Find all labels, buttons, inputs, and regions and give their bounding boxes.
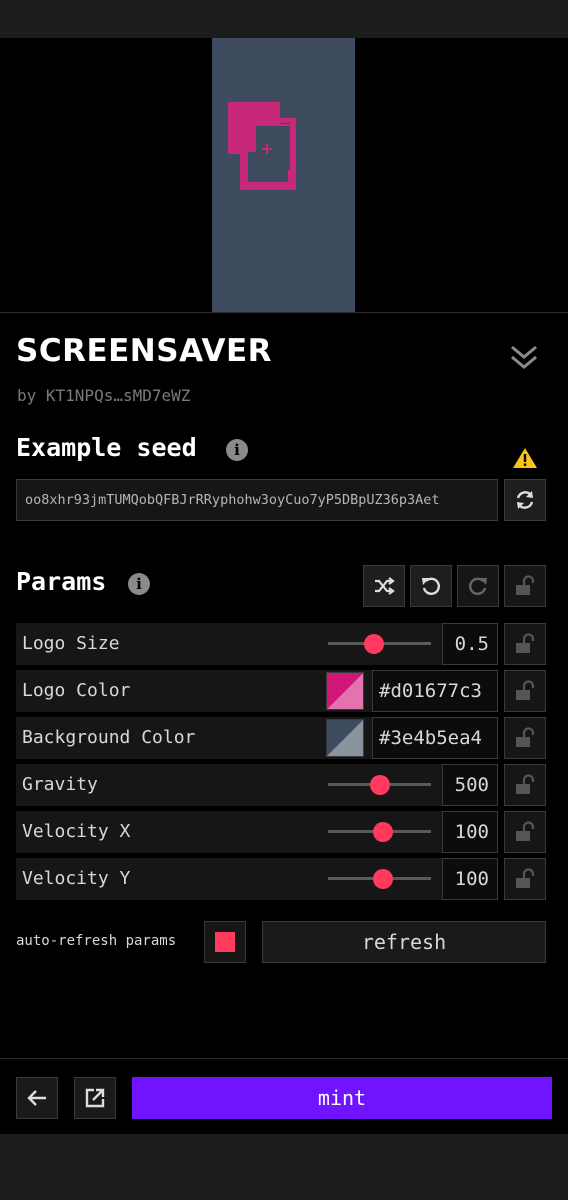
lock-param-button[interactable] <box>504 858 546 900</box>
open-external-button[interactable] <box>74 1077 116 1119</box>
lock-icon <box>516 575 535 595</box>
color-swatch[interactable] <box>326 719 364 757</box>
param-label: Velocity X <box>22 821 131 842</box>
auto-refresh-checkbox[interactable] <box>204 921 246 963</box>
lock-param-button[interactable] <box>504 811 546 853</box>
lock-icon <box>516 821 535 841</box>
param-label: Velocity Y <box>22 868 131 889</box>
artwork-preview <box>0 38 568 312</box>
regenerate-seed-button[interactable] <box>504 479 546 521</box>
param-row-velocity-y: Velocity Y 100 <box>16 858 498 900</box>
lock-icon <box>516 727 535 747</box>
color-value-input[interactable]: #d01677c3 <box>372 670 498 712</box>
chevron-down-icon[interactable] <box>506 341 542 373</box>
param-value-input[interactable]: 100 <box>442 858 498 900</box>
auto-refresh-label: auto-refresh params <box>16 933 177 949</box>
shuffle-params-button[interactable] <box>363 565 405 607</box>
seed-heading: Example seed <box>16 433 197 462</box>
redo-button[interactable] <box>457 565 499 607</box>
top-system-bar <box>0 0 568 38</box>
warning-icon <box>513 448 537 468</box>
lock-icon <box>516 633 535 653</box>
lock-all-button[interactable] <box>504 565 546 607</box>
color-swatch[interactable] <box>326 672 364 710</box>
lock-icon <box>516 680 535 700</box>
lock-icon <box>516 774 535 794</box>
param-row-background-color: Background Color #3e4b5ea4 <box>16 717 498 759</box>
refresh-icon <box>516 491 534 509</box>
arrow-left-icon <box>27 1090 46 1106</box>
screensaver-logo <box>228 102 296 190</box>
info-icon[interactable]: i <box>226 439 248 461</box>
param-label: Background Color <box>22 727 196 748</box>
color-value-input[interactable]: #3e4b5ea4 <box>372 717 498 759</box>
param-row-logo-size: Logo Size 0.5 <box>16 623 498 665</box>
lock-param-button[interactable] <box>504 717 546 759</box>
action-footer: mint <box>0 1058 568 1134</box>
lock-icon <box>516 868 535 888</box>
undo-icon <box>422 577 440 595</box>
param-value-input[interactable]: 0.5 <box>442 623 498 665</box>
info-icon[interactable]: i <box>128 573 150 595</box>
param-row-gravity: Gravity 500 <box>16 764 498 806</box>
token-title: SCREENSAVER <box>16 333 272 369</box>
slider-thumb[interactable] <box>369 775 390 795</box>
token-author[interactable]: by KT1NPQs…sMD7eWZ <box>17 386 190 405</box>
undo-button[interactable] <box>410 565 452 607</box>
lock-param-button[interactable] <box>504 623 546 665</box>
slider-thumb[interactable] <box>372 822 393 842</box>
mint-button[interactable]: mint <box>132 1077 552 1119</box>
param-label: Gravity <box>22 774 98 795</box>
seed-input[interactable]: oo8xhr93jmTUMQobQFBJrRRyphohw3oyCuo7yP5D… <box>16 479 498 521</box>
param-label: Logo Color <box>22 680 131 701</box>
redo-icon <box>469 577 487 595</box>
refresh-button[interactable]: refresh <box>262 921 546 963</box>
token-panel: SCREENSAVER by KT1NPQs…sMD7eWZ Example s… <box>0 312 568 1060</box>
param-row-velocity-x: Velocity X 100 <box>16 811 498 853</box>
slider-thumb[interactable] <box>372 869 393 889</box>
shuffle-icon <box>375 577 395 595</box>
params-heading: Params <box>16 567 107 596</box>
slider-thumb[interactable] <box>364 634 385 654</box>
lock-param-button[interactable] <box>504 764 546 806</box>
lock-param-button[interactable] <box>504 670 546 712</box>
external-link-icon <box>85 1088 105 1108</box>
param-value-input[interactable]: 500 <box>442 764 498 806</box>
bottom-system-bar <box>0 1134 568 1200</box>
param-row-logo-color: Logo Color #d01677c3 <box>16 670 498 712</box>
param-value-input[interactable]: 100 <box>442 811 498 853</box>
param-label: Logo Size <box>22 633 120 654</box>
back-button[interactable] <box>16 1077 58 1119</box>
preview-canvas <box>212 38 355 312</box>
